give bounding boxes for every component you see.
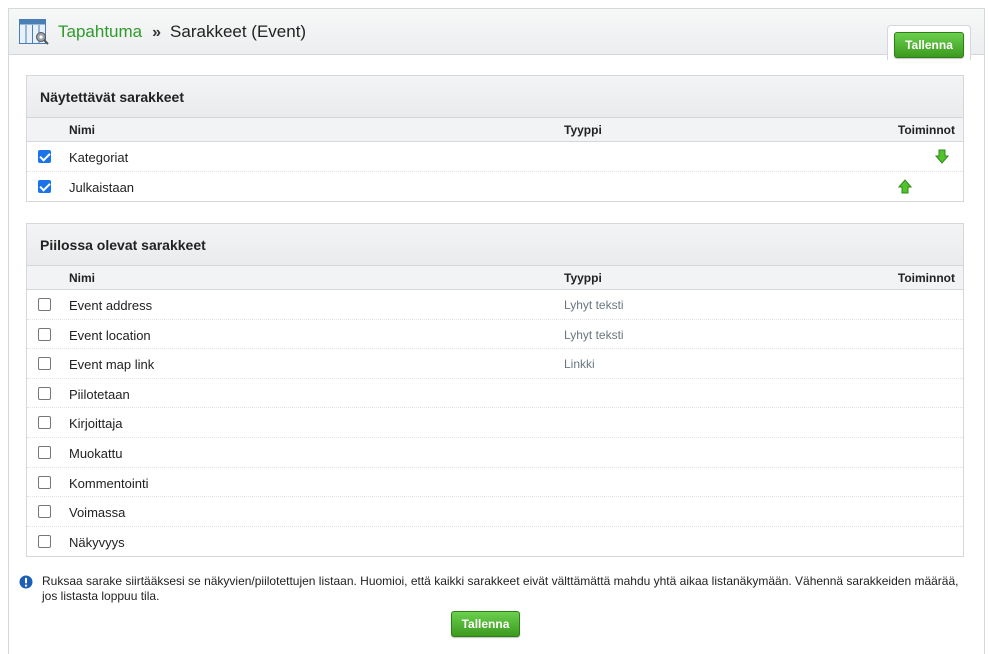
row-checkbox[interactable] xyxy=(38,386,51,400)
row-checkbox[interactable] xyxy=(38,327,51,341)
row-name: Event location xyxy=(69,327,151,343)
move-up-arrow-icon[interactable] xyxy=(898,178,912,194)
column-header-actions: Toiminnot xyxy=(897,271,955,285)
row-checkbox[interactable] xyxy=(38,416,51,430)
row-name: Event map link xyxy=(69,357,155,373)
row-name: Julkaistaan xyxy=(69,179,135,195)
page-frame: Tapahtuma » Sarakkeet (Event) Tallenna Näy… xyxy=(8,8,985,654)
table-row: Muokattu xyxy=(27,438,963,468)
columns-settings-icon xyxy=(19,19,49,45)
row-name: Piilotetaan xyxy=(69,386,130,402)
row-name: Kirjoittaja xyxy=(69,416,123,432)
header-bar: Tapahtuma » Sarakkeet (Event) Tallenna xyxy=(9,9,984,60)
visible-columns-table-header: Nimi Tyyppi Toiminnot xyxy=(27,118,963,142)
table-row: Event address Lyhyt teksti xyxy=(27,290,963,320)
table-row: Event location Lyhyt teksti xyxy=(27,320,963,350)
row-checkbox[interactable] xyxy=(38,475,51,489)
row-name: Kategoriat xyxy=(69,150,129,165)
column-header-type: Tyyppi xyxy=(564,271,602,285)
row-checkbox[interactable] xyxy=(38,505,51,519)
save-button-bottom[interactable]: Tallenna xyxy=(451,611,520,637)
table-row: Kategoriat xyxy=(27,142,963,172)
row-name: Muokattu xyxy=(69,445,123,461)
row-name: Kommentointi xyxy=(69,475,149,491)
column-header-type: Tyyppi xyxy=(564,123,602,137)
hint-message: Ruksaa sarake siirtääksesi se näkyvien/p… xyxy=(19,574,964,604)
breadcrumb-root-link[interactable]: Tapahtuma xyxy=(58,22,142,41)
row-checkbox[interactable] xyxy=(38,357,51,371)
row-checkbox[interactable] xyxy=(38,150,51,163)
page-title: Sarakkeet (Event) xyxy=(170,22,307,41)
row-type: Lyhyt teksti xyxy=(564,327,624,342)
column-header-name: Nimi xyxy=(69,123,96,137)
table-row: Kommentointi xyxy=(27,468,963,498)
row-type: Lyhyt teksti xyxy=(564,298,624,312)
row-name: Voimassa xyxy=(69,505,126,521)
row-checkbox[interactable] xyxy=(38,298,51,311)
visible-columns-panel: Näytettävät sarakkeet Nimi Tyyppi Toimin… xyxy=(26,75,964,203)
table-row: Kirjoittaja xyxy=(27,408,963,438)
hidden-columns-panel: Piilossa olevat sarakkeet Nimi Tyyppi To… xyxy=(26,223,964,558)
hidden-columns-table-header: Nimi Tyyppi Toiminnot xyxy=(27,266,963,290)
breadcrumb-separator: » xyxy=(152,24,162,41)
row-name: Event address xyxy=(69,298,153,313)
info-icon xyxy=(19,575,33,589)
table-row: Piilotetaan xyxy=(27,379,963,409)
table-row: Näkyvyys xyxy=(27,527,963,557)
table-row: Voimassa xyxy=(27,497,963,527)
hidden-columns-title: Piilossa olevat sarakkeet xyxy=(27,224,963,266)
save-tab: Tallenna xyxy=(887,25,971,60)
row-checkbox[interactable] xyxy=(38,179,51,193)
row-name: Näkyvyys xyxy=(69,534,125,550)
row-type: Linkki xyxy=(564,357,595,372)
column-header-name: Nimi xyxy=(69,271,96,285)
column-header-actions: Toiminnot xyxy=(897,123,955,137)
move-down-arrow-icon[interactable] xyxy=(935,149,949,164)
table-row: Julkaistaan xyxy=(27,172,963,202)
row-checkbox[interactable] xyxy=(38,445,51,459)
row-checkbox[interactable] xyxy=(38,534,51,548)
table-row: Event map link Linkki xyxy=(27,349,963,379)
visible-columns-list: Kategoriat Julkaistaan xyxy=(27,142,963,201)
hint-text: Ruksaa sarake siirtääksesi se näkyvien/p… xyxy=(42,574,959,603)
save-button-top[interactable]: Tallenna xyxy=(894,32,964,58)
breadcrumb: Tapahtuma » Sarakkeet (Event) xyxy=(58,22,306,43)
hidden-columns-list: Event address Lyhyt teksti Event location L… xyxy=(27,290,963,556)
visible-columns-title: Näytettävät sarakkeet xyxy=(27,76,963,118)
